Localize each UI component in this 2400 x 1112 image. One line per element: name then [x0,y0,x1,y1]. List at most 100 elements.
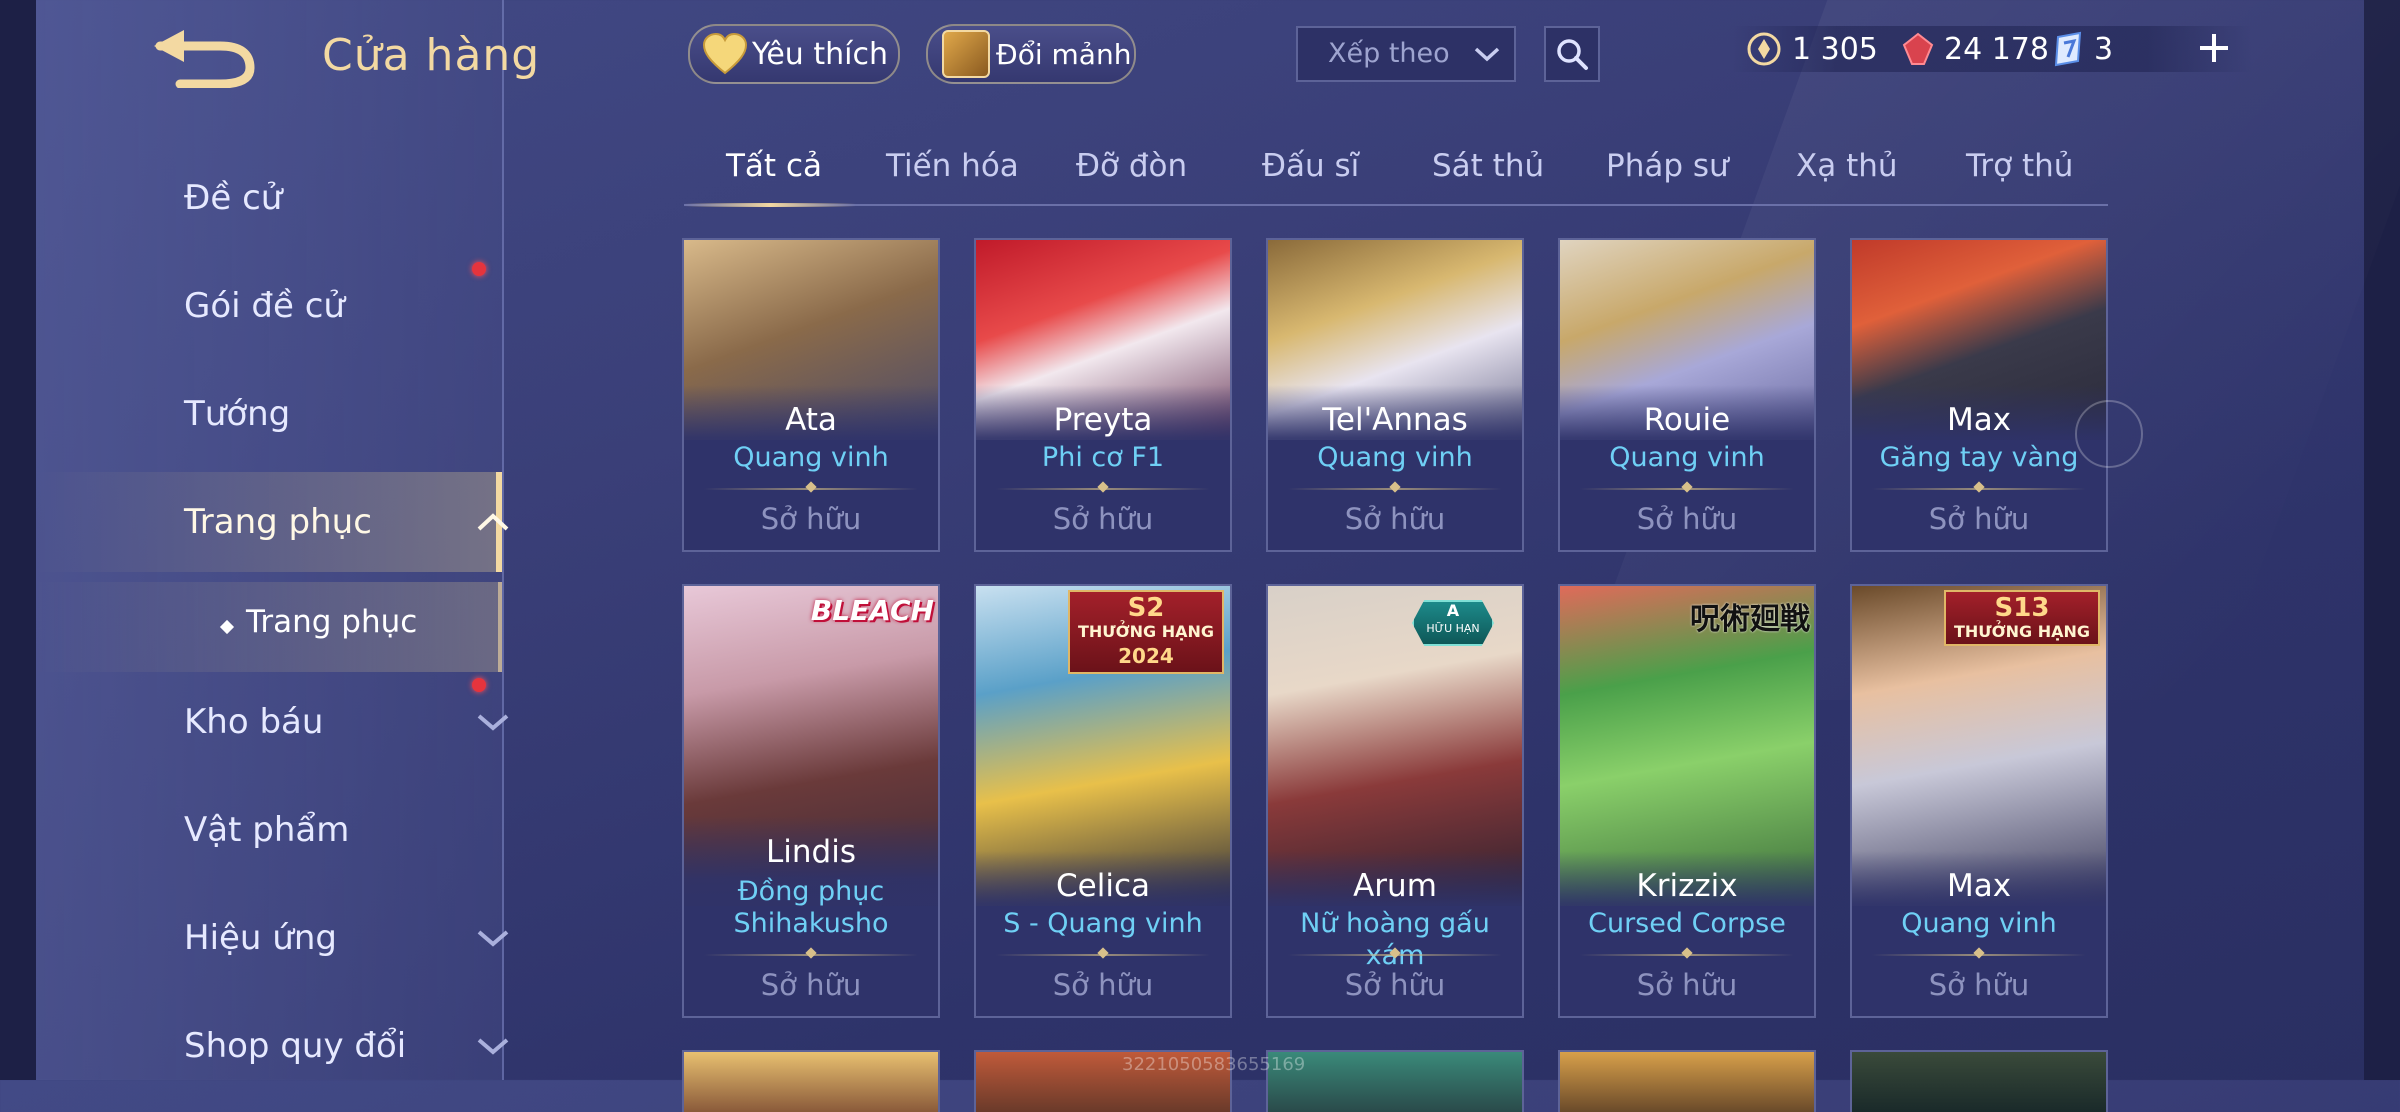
sidebar-item-recommended[interactable]: Đề cử [36,148,502,248]
skin-card[interactable]: Max Găng tay vàng Sở hữu [1850,238,2108,552]
owned-status: Sở hữu [1344,968,1446,1002]
sidebar-item-items[interactable]: Vật phẩm [36,780,502,880]
sidebar-item-label: Trang phục [184,502,372,542]
plus-icon[interactable] [2196,30,2232,66]
tab-mage[interactable]: Pháp sư [1606,148,1729,184]
category-tabs: Tất cả Tiến hóa Đỡ đòn Đấu sĩ Sát thủ Ph… [684,138,2108,207]
tab-marksman[interactable]: Xạ thủ [1796,148,1898,184]
skin-card[interactable]: A HỮU HẠN Arum Nữ hoàng gấu xám Sở hữu [1266,584,1524,1018]
sidebar-item-skins[interactable]: Trang phục [36,472,509,572]
voucher-coin-icon [1747,32,1781,66]
hero-name: Rouie [1643,402,1731,438]
owned-status: Sở hữu [760,502,862,536]
back-arrow-icon[interactable] [150,28,260,88]
voucher-value: 1 305 [1792,31,1878,67]
season-badge: S13 THƯỞNG HẠNG [1943,590,2100,646]
hero-name: Celica [1056,868,1150,904]
tab-assassin[interactable]: Sát thủ [1432,148,1544,184]
skin-card[interactable]: 呪術廻戦 Krizzix Cursed Corpse Sở hữu [1558,584,1816,1018]
collab-badge: BLEACH [810,594,934,627]
skin-card[interactable]: S2 THƯỞNG HẠNG 2024 Celica S - Quang vin… [974,584,1232,1018]
skin-card[interactable] [682,1050,940,1112]
card-divider [704,954,918,956]
skin-card[interactable] [1850,1050,2108,1112]
user-id-watermark: 3221050583655169 [1122,1054,1306,1075]
favorites-button[interactable]: Yêu thích [688,24,900,84]
page-title: Cửa hàng [322,30,541,81]
sidebar-item-heroes[interactable]: Tướng [36,364,502,464]
chevron-down-icon [477,1038,509,1055]
sidebar-subitem-label: Trang phục [246,604,418,640]
owned-status: Sở hữu [1052,968,1154,1002]
hero-name: Preyta [1053,402,1153,438]
skin-card[interactable]: BLEACH Lindis Đồng phục Shihakusho Sở hữ… [682,584,940,1018]
owned-status: Sở hữu [1344,502,1446,536]
skin-card[interactable]: S13 THƯỞNG HẠNG Max Quang vinh Sở hữu [1850,584,2108,1018]
heart-icon [702,33,748,75]
season-badge-number: S2 [1127,593,1165,623]
skin-name: Quang vinh [733,442,889,473]
sidebar-item-label: Shop quy đổi [184,1026,407,1066]
collab-badge: 呪術廻戦 [1690,602,1810,637]
owned-status: Sở hữu [1636,968,1738,1002]
tab-support[interactable]: Trợ thủ [1966,148,2073,184]
tab-active-indicator [684,203,856,207]
skin-card[interactable] [1558,1050,1816,1112]
hero-name: Krizzix [1636,868,1738,904]
hero-name: Ata [785,402,837,438]
floating-assist-ring[interactable] [2075,400,2143,468]
hero-name: Max [1946,402,2012,438]
notification-dot [472,262,486,276]
skin-card[interactable]: Preyta Phi cơ F1 Sở hữu [974,238,1232,552]
tab-tank[interactable]: Đỡ đòn [1076,148,1187,184]
skin-card[interactable]: Rouie Quang vinh Sở hữu [1558,238,1816,552]
screen-edge-right [2364,0,2400,1080]
tab-all[interactable]: Tất cả [726,148,822,184]
crystal-icon [2054,31,2082,67]
skin-card[interactable]: Tel'Annas Quang vinh Sở hữu [1266,238,1524,552]
hero-name: Tel'Annas [1322,402,1468,438]
card-divider [704,488,918,490]
fragment-icon [942,30,990,78]
skin-name: Găng tay vàng [1879,442,2079,473]
tab-warrior[interactable]: Đấu sĩ [1262,148,1359,184]
owned-status: Sở hữu [1052,502,1154,536]
gem-icon [1902,32,1934,65]
skin-name: Quang vinh [1901,908,2057,939]
crystal-counter: 3 [2052,26,2113,72]
chevron-down-icon [477,714,509,731]
card-divider [996,954,1210,956]
hero-name: Max [1946,868,2012,904]
favorites-label: Yêu thích [752,36,888,72]
voucher-counter: 1 305 [1746,26,1878,72]
limited-badge: A HỮU HẠN [1412,600,1494,646]
sidebar-item-recommended-packs[interactable]: Gói đề cử [36,256,502,356]
sidebar-subitem-skins[interactable]: Trang phục [36,582,502,672]
sidebar-item-label: Đề cử [184,178,283,218]
tab-evolution[interactable]: Tiến hóa [886,148,1019,184]
screen-edge-left [0,0,36,1080]
sidebar-item-label: Kho báu [184,702,324,742]
search-icon [1557,39,1588,70]
owned-status: Sở hữu [760,968,862,1002]
chevron-down-icon [477,930,509,947]
skin-name: S - Quang vinh [1003,908,1203,939]
skin-name: Phi cơ F1 [1041,442,1165,473]
sort-dropdown[interactable]: Xếp theo [1296,26,1516,82]
sidebar-item-effects[interactable]: Hiệu ứng [36,888,509,988]
crystal-value: 3 [2094,31,2114,67]
search-button[interactable] [1544,26,1600,82]
sidebar-item-exchange-shop[interactable]: Shop quy đổi [36,996,509,1096]
skin-card[interactable]: Ata Quang vinh Sở hữu [682,238,940,552]
card-divider [1288,488,1502,490]
card-divider [996,488,1210,490]
exchange-fragments-button[interactable]: Đổi mảnh [926,24,1136,84]
card-divider [1580,488,1794,490]
sidebar-item-label: Tướng [184,394,291,434]
season-badge: S2 THƯỞNG HẠNG 2024 [1067,590,1224,674]
sidebar-item-treasure[interactable]: Kho báu [36,672,509,772]
season-badge-label: THƯỞNG HẠNG [1077,622,1214,641]
season-badge-year: 2024 [1118,644,1174,668]
skin-name: Quang vinh [1609,442,1765,473]
skin-name: Cursed Corpse [1588,908,1786,939]
